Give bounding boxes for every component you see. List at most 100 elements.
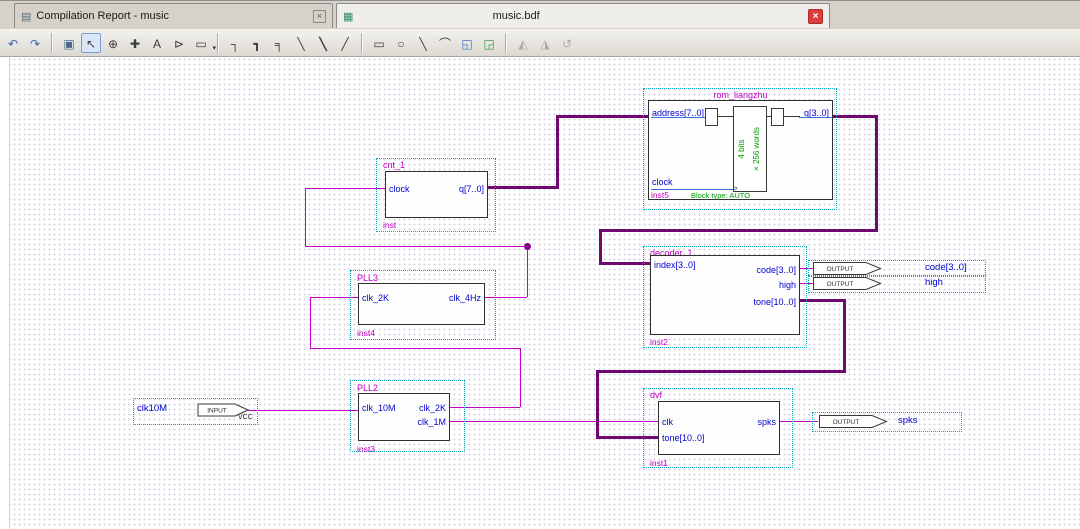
port-high: high [779, 280, 796, 290]
rectangle-tool-icon[interactable]: ▭ [369, 33, 389, 53]
node-wire[interactable] [305, 188, 306, 246]
close-tab-button[interactable]: × [808, 9, 823, 24]
port-q7: q[7..0] [459, 184, 484, 194]
output-pin-symbol[interactable]: OUTPUT [812, 261, 882, 276]
node-wire[interactable] [248, 410, 358, 411]
rotate-90-icon[interactable]: ↺ [557, 33, 577, 53]
dropdown-arrow-icon[interactable]: ▾ [212, 39, 216, 59]
rubberband-horizontal-icon[interactable]: ◱ [457, 33, 477, 53]
toolbar-separator [217, 33, 219, 53]
report-doc-icon: ▤ [21, 10, 31, 23]
toolbar-separator [361, 33, 363, 53]
block-decoder1[interactable]: index[3..0] code[3..0] high tone[10..0] [650, 255, 800, 335]
redo-icon[interactable]: ↷ [25, 33, 45, 53]
text-tool-icon[interactable]: A [147, 33, 167, 53]
tab-label-compilation: Compilation Report - music [36, 10, 169, 22]
bus-wire[interactable] [596, 370, 846, 373]
symbol-tool-icon[interactable]: ⊳ [169, 33, 189, 53]
block-cnt1[interactable]: clock q[7..0] [385, 171, 488, 218]
rom-address-register [705, 108, 718, 126]
tab-music-bdf[interactable]: ▦ music.bdf × [336, 3, 830, 28]
node-wire[interactable] [305, 246, 527, 247]
svg-text:OUTPUT: OUTPUT [827, 266, 854, 273]
toolbar: ↶↷▣↖⊕✚A⊳▭▾┐┓╕╲╲╱▭○╲⌒◱◲◭◮↺ [0, 29, 1080, 57]
node-wire[interactable] [527, 246, 528, 297]
wire-junction-dot[interactable] [524, 243, 531, 250]
pin-name-clk10m: clk10M [137, 403, 167, 414]
bdf-file-icon: ▦ [343, 10, 353, 23]
diagonal-node-tool-icon[interactable]: ╲ [291, 33, 311, 53]
pin-default-value: VCC [238, 414, 253, 421]
instance-label-decoder: inst2 [650, 337, 668, 347]
fit-window-icon[interactable]: ▣ [59, 33, 79, 53]
schematic-canvas[interactable]: rom_liangzhu address[7..0] q[3..0] clock… [0, 57, 1080, 529]
document-tab-bar: ▤ Compilation Report - music × ▦ music.b… [0, 0, 1080, 30]
pin-name-high: high [925, 277, 943, 288]
port-tone: tone[10..0] [753, 297, 796, 307]
rom-port-line [799, 117, 832, 118]
diagonal-bus-tool-icon[interactable]: ╲ [313, 33, 333, 53]
bus-wire[interactable] [556, 115, 649, 118]
block-title-dvf: dvf [650, 390, 662, 400]
bus-wire[interactable] [833, 115, 878, 118]
tab-compilation-report[interactable]: ▤ Compilation Report - music × [14, 3, 333, 28]
port-spks: spks [757, 417, 776, 427]
rom-capacity-label: 4 bits × 256 words [734, 107, 766, 191]
bus-wire[interactable] [488, 186, 558, 189]
node-wire[interactable] [450, 421, 658, 422]
block-rom-liangzhu[interactable]: address[7..0] q[3..0] clock 4 bits × 256… [648, 100, 833, 200]
port-clock: clock [652, 177, 673, 187]
port-clk10m: clk_10M [362, 403, 396, 413]
orthogonal-bus-tool-icon[interactable]: ┓ [247, 33, 267, 53]
port-tone-in: tone[10..0] [662, 433, 705, 443]
port-clk2k-out: clk_2K [419, 403, 446, 413]
orthogonal-node-tool-icon[interactable]: ┐ [225, 33, 245, 53]
block-pll3[interactable]: clk_2K clk_4Hz [358, 283, 485, 325]
node-wire[interactable] [310, 297, 311, 348]
hand-tool-icon[interactable]: ✚ [125, 33, 145, 53]
instance-label-rom: inst5 [651, 190, 669, 200]
output-pin-symbol[interactable]: OUTPUT [812, 276, 882, 291]
bus-wire[interactable] [556, 115, 559, 189]
bus-wire[interactable] [599, 229, 602, 264]
bus-wire[interactable] [599, 229, 878, 232]
block-title-pll3: PLL3 [357, 273, 378, 283]
port-clock: clock [389, 184, 410, 194]
ellipse-tool-icon[interactable]: ○ [391, 33, 411, 53]
bus-wire[interactable] [875, 115, 878, 232]
arc-tool-icon[interactable]: ⌒ [435, 33, 455, 53]
node-wire[interactable] [305, 188, 385, 189]
undo-icon[interactable]: ↶ [3, 33, 23, 53]
canvas-left-gutter [0, 57, 10, 529]
bus-wire[interactable] [596, 370, 599, 438]
instance-label-cnt1: inst [383, 220, 396, 230]
orthogonal-conduit-tool-icon[interactable]: ╕ [269, 33, 289, 53]
pin-name-spks: spks [898, 415, 918, 426]
block-pll2[interactable]: clk_10M clk_2K clk_1M [358, 393, 450, 441]
tab-close-icon[interactable]: × [313, 10, 326, 23]
port-clk4hz: clk_4Hz [449, 293, 481, 303]
instance-label-dvf: inst1 [650, 458, 668, 468]
node-wire[interactable] [310, 348, 520, 349]
node-wire[interactable] [520, 348, 521, 407]
rom-output-register [771, 108, 784, 126]
block-title-cnt1: cnt_1 [383, 160, 405, 170]
block-tool-icon[interactable]: ▭▾ [191, 33, 211, 53]
flip-vertical-icon[interactable]: ◮ [535, 33, 555, 53]
rom-block-type-label: Block type: AUTO [691, 191, 750, 200]
rubberband-vertical-icon[interactable]: ◲ [479, 33, 499, 53]
tab-label-music-bdf: music.bdf [493, 10, 540, 22]
svg-text:INPUT: INPUT [207, 408, 227, 415]
port-index: index[3..0] [654, 260, 696, 270]
flip-horizontal-icon[interactable]: ◭ [513, 33, 533, 53]
bus-wire[interactable] [843, 299, 846, 372]
selection-tool-icon[interactable]: ↖ [81, 33, 101, 53]
toolbar-separator [51, 33, 53, 53]
block-dvf[interactable]: clk tone[10..0] spks [658, 401, 780, 455]
output-pin-symbol[interactable]: OUTPUT [818, 414, 888, 429]
zoom-tool-icon[interactable]: ⊕ [103, 33, 123, 53]
line-tool-icon[interactable]: ╲ [413, 33, 433, 53]
diagonal-conduit-tool-icon[interactable]: ╱ [335, 33, 355, 53]
svg-text:OUTPUT: OUTPUT [833, 419, 860, 426]
port-clk1m-out: clk_1M [417, 417, 446, 427]
